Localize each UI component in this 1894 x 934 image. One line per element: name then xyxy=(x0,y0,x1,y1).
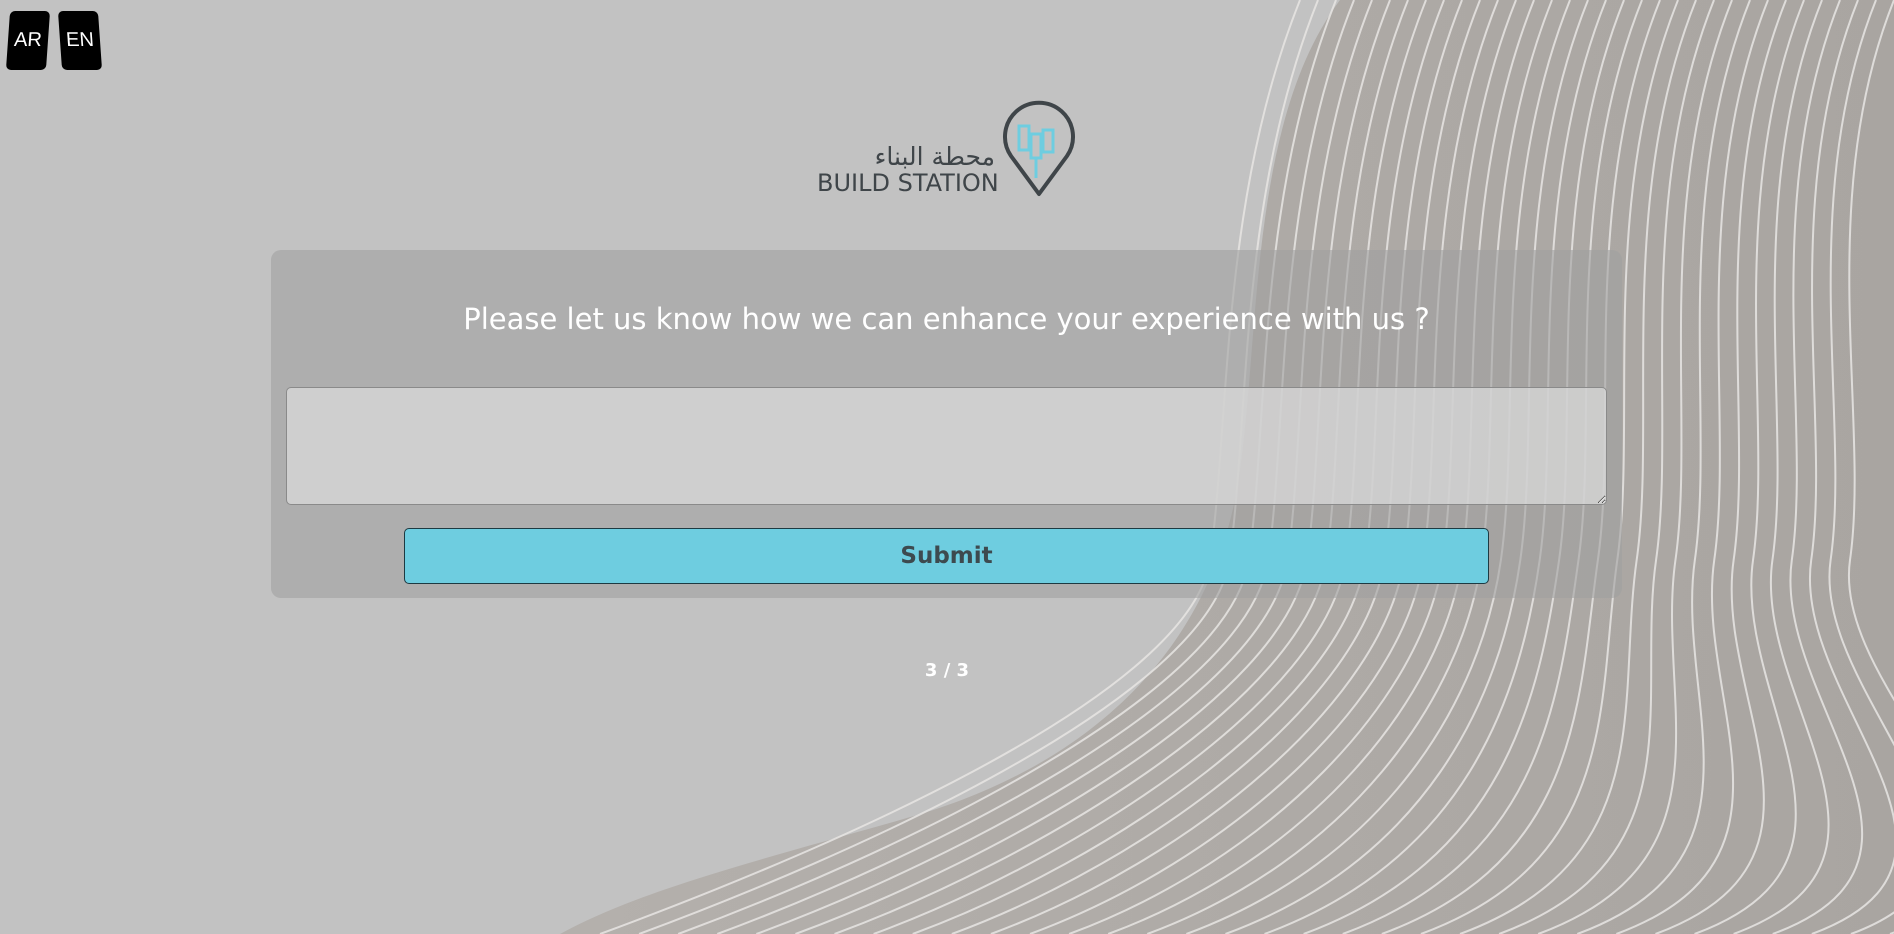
submit-button[interactable]: Submit xyxy=(404,528,1489,584)
map-pin-building-icon xyxy=(1003,100,1075,196)
language-en-button[interactable]: EN xyxy=(57,11,103,70)
background-stripe xyxy=(1772,0,1863,934)
feedback-page: AR EN محطة البناء BUILD STATION Please l… xyxy=(0,0,1894,934)
language-ar-button[interactable]: AR xyxy=(5,11,51,70)
progress-indicator: 3 / 3 xyxy=(924,660,970,681)
language-switcher: AR EN xyxy=(5,11,103,70)
background-stripe xyxy=(1694,0,1805,934)
feedback-textarea[interactable] xyxy=(286,387,1607,505)
background-stripe xyxy=(1808,0,1894,934)
survey-card: Please let us know how we can enhance yo… xyxy=(271,250,1622,598)
background-stripe xyxy=(1655,0,1787,934)
background-stripe xyxy=(1616,0,1769,934)
logo-english-name: BUILD STATION xyxy=(817,169,999,197)
survey-question: Please let us know how we can enhance yo… xyxy=(463,302,1430,336)
build-station-logo: محطة البناء BUILD STATION xyxy=(815,98,1077,198)
logo-arabic-name: محطة البناء xyxy=(874,142,995,171)
background-stripe xyxy=(1733,0,1830,934)
background-stripe xyxy=(1828,0,1894,934)
background-stripe xyxy=(1847,0,1894,934)
